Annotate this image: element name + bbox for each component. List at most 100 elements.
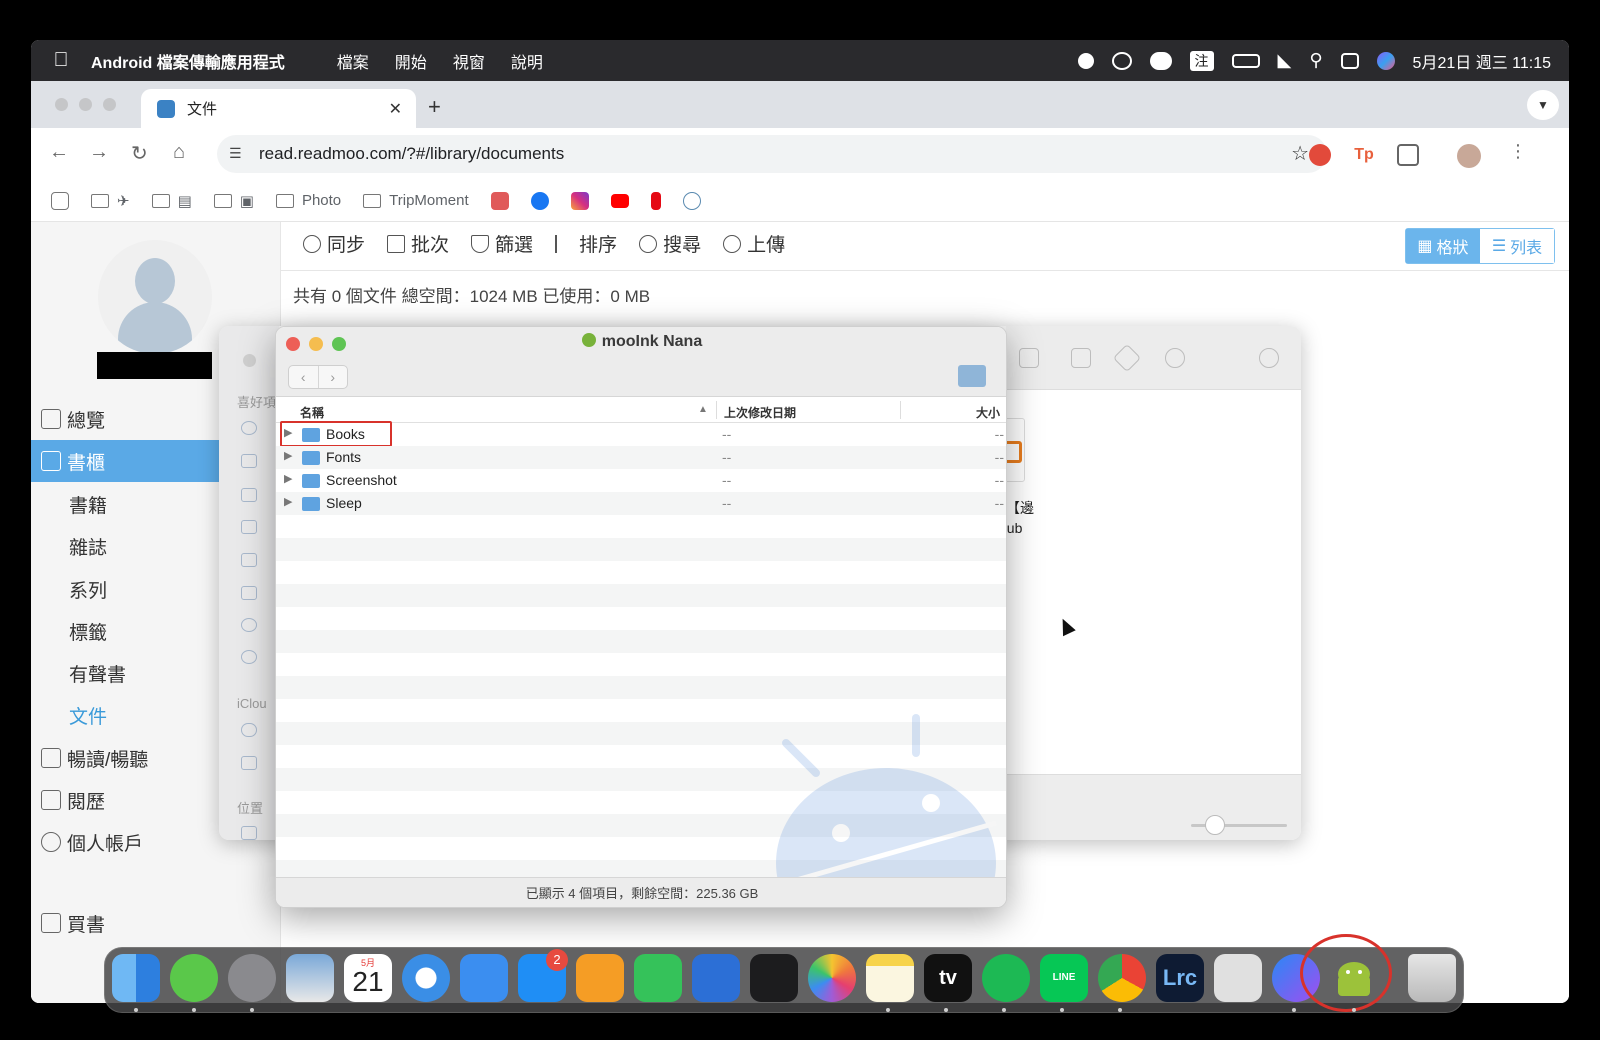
home-icon[interactable]: ⌂ [173, 141, 185, 164]
bookmark-folder-photo[interactable]: Photo [275, 192, 341, 209]
filter-button[interactable]: 篩選 [471, 230, 533, 257]
tab-search-chevron-icon[interactable]: ▼ [1527, 90, 1559, 120]
youtube-icon[interactable] [610, 193, 629, 208]
input-method-indicator[interactable]: 注 [1189, 50, 1214, 71]
finder-search-icon[interactable] [1259, 348, 1279, 368]
address-bar[interactable]: ☰ read.readmoo.com/?#/library/documents … [217, 135, 1327, 173]
inactive-close-button[interactable] [243, 354, 256, 367]
photos-dock-icon[interactable] [808, 954, 856, 1002]
netflix-icon[interactable] [650, 191, 661, 210]
apple-tv-dock-icon[interactable]: tv [924, 954, 972, 1002]
menu-app-name[interactable]: Android 檔案傳輸應用程式 [91, 49, 285, 73]
sort-button[interactable]: 排序 [555, 230, 617, 257]
vpn-icon[interactable] [1111, 51, 1132, 70]
sync-button[interactable]: 同步 [303, 230, 365, 257]
size-column-header[interactable]: 大小 [976, 404, 1000, 421]
messages-dock-icon[interactable] [170, 954, 218, 1002]
tab-close-icon[interactable]: ✕ [389, 99, 402, 119]
adblock-extension-icon[interactable] [1309, 144, 1331, 166]
icon-size-slider-knob[interactable] [1205, 815, 1225, 835]
battery-icon[interactable] [1231, 53, 1260, 68]
back-arrow-icon[interactable]: ← [49, 141, 69, 164]
downloads-icon[interactable] [241, 618, 257, 632]
disk-icon[interactable] [241, 826, 257, 840]
batch-button[interactable]: 批次 [387, 230, 449, 257]
pictures-icon[interactable] [241, 520, 257, 534]
home-icon[interactable] [241, 454, 257, 468]
control-center-icon[interactable] [1340, 52, 1359, 69]
lightroom-classic-dock-icon[interactable]: Lrc [1156, 954, 1204, 1002]
tp-extension-icon[interactable]: Tp [1353, 144, 1375, 166]
name-column-header[interactable]: 名稱 [300, 404, 324, 421]
safari-dock-icon[interactable] [402, 954, 450, 1002]
chrome-menu-icon[interactable]: ⋮ [1509, 141, 1527, 162]
numbers-dock-icon[interactable] [634, 954, 682, 1002]
bookmark-folder-travel[interactable]: ✈ [91, 192, 130, 210]
facebook-icon[interactable] [530, 191, 549, 210]
applications-icon[interactable] [241, 553, 257, 567]
apple-icon[interactable]:  [31, 49, 91, 72]
date-column-header[interactable]: 上次修改日期 [724, 404, 796, 421]
window-zoom-button[interactable] [103, 98, 116, 111]
preview-dock-icon[interactable] [286, 954, 334, 1002]
new-tab-button[interactable]: + [428, 94, 441, 120]
file-row-screenshot[interactable]: ▶ Screenshot -- -- [276, 469, 1006, 492]
disclosure-triangle-icon[interactable]: ▶ [284, 472, 292, 485]
more-actions-icon[interactable] [1165, 348, 1185, 368]
bookmark-folder-books[interactable]: ▤ [151, 192, 192, 210]
reload-icon[interactable]: ↻ [131, 141, 148, 166]
disclosure-triangle-icon[interactable]: ▶ [284, 426, 292, 439]
tab-documents[interactable]: 文件 ✕ [141, 89, 416, 128]
profile-avatar[interactable] [1457, 144, 1481, 168]
search-button[interactable]: 搜尋 [639, 230, 701, 257]
voice-memos-dock-icon[interactable] [750, 954, 798, 1002]
bookmark-folder-bag[interactable]: ▣ [213, 192, 254, 210]
grid-view-button[interactable]: ▦ 格狀 [1406, 229, 1480, 263]
bookmark-flag-icon[interactable] [490, 191, 509, 210]
line-menubar-icon[interactable] [1149, 51, 1172, 70]
spotify-dock-icon[interactable] [982, 954, 1030, 1002]
mail-dock-icon[interactable] [460, 954, 508, 1002]
list-view-button[interactable]: ☰ 列表 [1480, 229, 1554, 263]
wifi-icon[interactable]: ◣ [1278, 50, 1292, 71]
window-minimize-button[interactable] [79, 98, 92, 111]
menu-help[interactable]: 說明 [511, 49, 543, 73]
file-row-fonts[interactable]: ▶ Fonts -- -- [276, 446, 1006, 469]
view-options-icon[interactable] [1019, 348, 1039, 368]
calendar-dock-icon[interactable]: 5月 21 [344, 954, 392, 1002]
chrome-dock-icon[interactable] [1098, 954, 1146, 1002]
user-avatar[interactable] [98, 240, 212, 354]
file-row-sleep[interactable]: ▶ Sleep -- -- [276, 492, 1006, 515]
shared-folder-icon[interactable] [241, 756, 257, 770]
android-file-transfer-window[interactable]: mooInk Nana ‹ › 名稱 ▲ 上次修改日期 大小 ▶ Books -… [275, 326, 1007, 908]
disclosure-triangle-icon[interactable]: ▶ [284, 495, 292, 508]
menu-window[interactable]: 視窗 [453, 49, 485, 73]
desktop-icon[interactable] [241, 488, 257, 502]
line-dock-icon[interactable]: LINE [1040, 954, 1088, 1002]
instagram-icon[interactable] [570, 191, 589, 210]
apps-grid-icon[interactable] [51, 191, 69, 210]
keynote-dock-icon[interactable] [692, 954, 740, 1002]
record-icon[interactable] [1077, 52, 1094, 69]
pages-dock-icon[interactable] [576, 954, 624, 1002]
iphone-mirroring-dock-icon[interactable] [1214, 954, 1262, 1002]
forward-arrow-icon[interactable]: → [89, 141, 109, 164]
siri-icon[interactable] [1376, 51, 1395, 70]
new-folder-icon[interactable] [958, 365, 986, 387]
site-settings-icon[interactable]: ☰ [229, 145, 247, 163]
disclosure-triangle-icon[interactable]: ▶ [284, 449, 292, 462]
airdrop-icon[interactable] [241, 650, 257, 664]
disney-icon[interactable] [682, 191, 701, 210]
system-settings-dock-icon[interactable] [228, 954, 276, 1002]
menu-go[interactable]: 開始 [395, 49, 427, 73]
recents-icon[interactable] [241, 421, 257, 435]
bookmark-star-icon[interactable]: ☆ [1291, 141, 1309, 166]
finder-dock-icon[interactable] [112, 954, 160, 1002]
extensions-puzzle-icon[interactable] [1397, 144, 1419, 166]
notes-dock-icon[interactable] [866, 954, 914, 1002]
back-chevron-icon[interactable]: ‹ [289, 366, 318, 388]
icloud-drive-icon[interactable] [241, 723, 257, 737]
file-row-books[interactable]: ▶ Books -- -- [276, 421, 1006, 447]
search-icon[interactable]: ⚲ [1309, 50, 1322, 71]
menubar-clock[interactable]: 5月21日 週三 11:15 [1413, 49, 1551, 73]
